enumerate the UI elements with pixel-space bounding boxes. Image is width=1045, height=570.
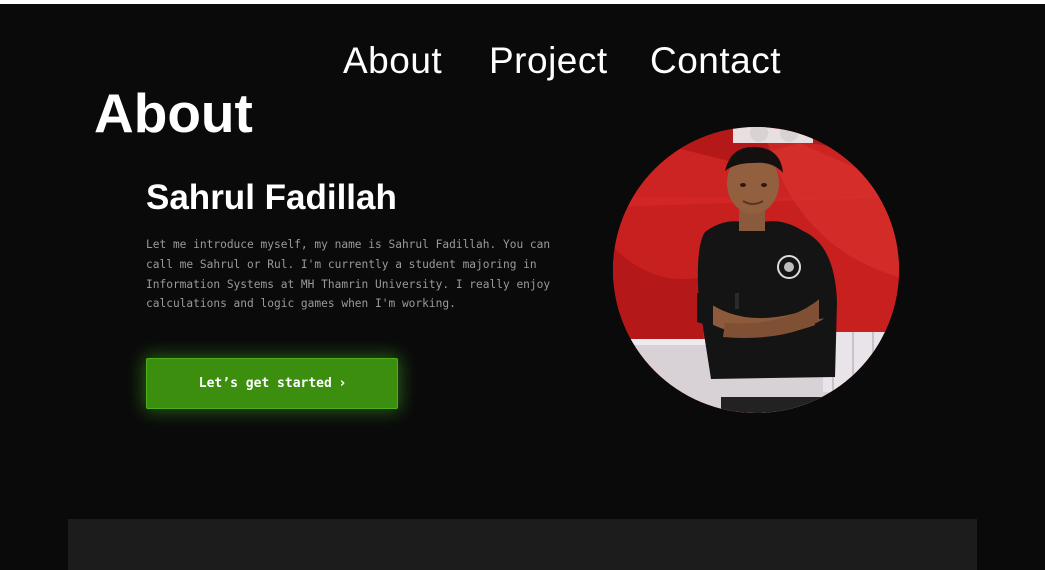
nav-link-contact[interactable]: Contact xyxy=(650,36,781,86)
profile-photo-illustration xyxy=(613,127,899,413)
bio-text: Let me introduce myself, my name is Sahr… xyxy=(146,238,551,311)
person-name: Sahrul Fadillah xyxy=(146,178,397,217)
nav-link-project[interactable]: Project xyxy=(489,36,608,86)
get-started-button[interactable]: Let’s get started › xyxy=(146,358,398,409)
main-nav: About Project Contact xyxy=(0,36,1045,86)
section-title: About xyxy=(94,82,253,144)
top-border xyxy=(0,0,1045,4)
chevron-right-icon: › xyxy=(339,376,346,391)
next-section-panel xyxy=(68,519,977,570)
profile-photo xyxy=(613,127,899,413)
get-started-label: Let’s get started xyxy=(198,376,332,391)
nav-link-about[interactable]: About xyxy=(343,36,442,86)
